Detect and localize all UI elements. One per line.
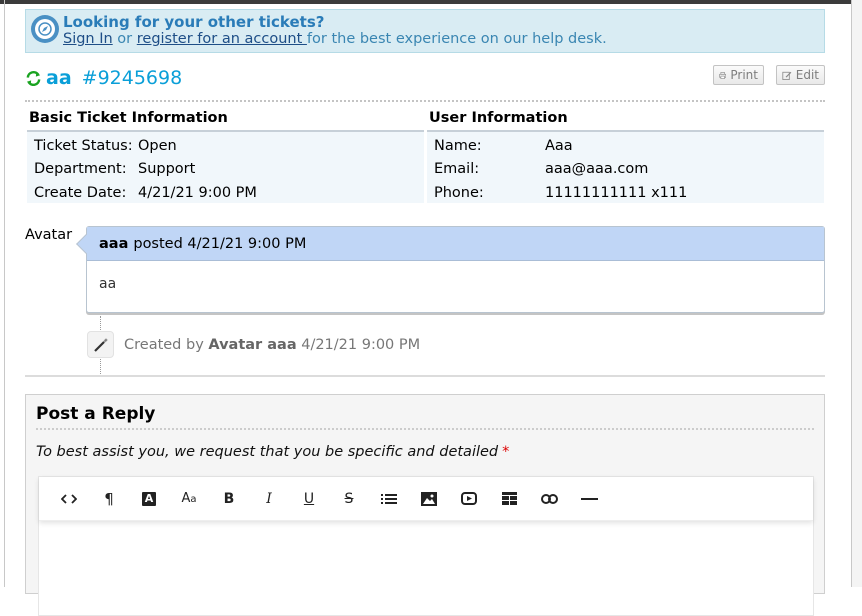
event-prefix: Created by	[124, 337, 209, 353]
printer-icon	[719, 71, 727, 79]
name-value: Aaa	[545, 137, 573, 154]
sign-in-notice: Looking for your other tickets? Sign In …	[25, 9, 825, 53]
print-button[interactable]: Print	[713, 65, 764, 85]
horizontal-rule-button[interactable]	[569, 484, 609, 514]
phone-value: 11111111111 x111	[545, 184, 688, 201]
email-row: Email: aaa@aaa.com	[427, 158, 824, 182]
horizontal-rule-icon	[580, 497, 598, 500]
magic-wand-icon	[87, 331, 114, 358]
required-marker: *	[502, 444, 510, 460]
notice-message: Sign In or register for an account for t…	[63, 31, 607, 47]
strikethrough-button[interactable]: S	[329, 484, 369, 514]
event-user: Avatar aaa	[208, 337, 297, 353]
thread-divider	[25, 375, 825, 377]
paragraph-icon: ¶	[104, 489, 114, 508]
department-row: Department: Support	[27, 158, 424, 182]
list-icon	[381, 493, 397, 504]
image-icon	[421, 491, 437, 506]
refresh-icon[interactable]	[25, 70, 42, 87]
basic-ticket-info: Basic Ticket Information Ticket Status: O…	[27, 110, 424, 203]
event-time: 4/21/21 9:00 PM	[296, 337, 421, 353]
ticket-status-row: Ticket Status: Open	[27, 134, 424, 158]
underline-button[interactable]: U	[289, 484, 329, 514]
ticket-subject: aa	[46, 67, 72, 89]
create-date-value: 4/21/21 9:00 PM	[138, 184, 257, 201]
message-body: aa	[99, 276, 117, 292]
strikethrough-icon: S	[344, 490, 354, 507]
insert-video-button[interactable]	[449, 484, 489, 514]
text-color-icon: A	[142, 491, 156, 506]
ticket-header: aa #9245698	[25, 66, 182, 90]
email-value: aaa@aaa.com	[545, 161, 649, 178]
editor-toolbar: ¶ A Aa B I U S	[39, 477, 813, 521]
basic-info-heading: Basic Ticket Information	[27, 110, 424, 132]
phone-row: Phone: 11111111111 x111	[427, 181, 824, 205]
notice-rest-text: for the best experience on our help desk…	[306, 31, 607, 47]
avatar: Avatar	[25, 227, 73, 243]
insert-link-button[interactable]	[529, 484, 569, 514]
header-divider	[25, 100, 825, 102]
italic-icon: I	[266, 490, 272, 507]
page-left-border	[4, 0, 5, 587]
ticket-number[interactable]: #9245698	[82, 67, 183, 89]
email-label: Email:	[434, 161, 480, 178]
post-reply-form: Post a Reply To best assist you, we requ…	[25, 394, 825, 616]
reply-title: Post a Reply	[36, 404, 156, 424]
name-row: Name: Aaa	[427, 134, 824, 158]
paragraph-format-button[interactable]: ¶	[89, 484, 129, 514]
create-date-label: Create Date:	[34, 184, 127, 201]
html-source-button[interactable]	[49, 484, 89, 514]
insert-image-button[interactable]	[409, 484, 449, 514]
italic-button[interactable]: I	[249, 484, 289, 514]
window-top-bar	[0, 0, 862, 4]
reply-divider	[36, 428, 814, 430]
thread-message: aaa posted 4/21/21 9:00 PM aa	[76, 226, 825, 313]
edit-icon	[782, 71, 792, 80]
video-icon	[461, 492, 477, 505]
text-color-button[interactable]: A	[129, 484, 169, 514]
name-label: Name:	[434, 137, 482, 154]
list-button[interactable]	[369, 484, 409, 514]
notice-or-text: or	[112, 31, 137, 47]
font-size-icon: Aa	[181, 491, 197, 506]
phone-label: Phone:	[434, 184, 484, 201]
register-link[interactable]: register for an account	[137, 31, 307, 47]
compass-icon	[31, 15, 59, 43]
reply-instruction-text: To best assist you, we request that you …	[36, 444, 499, 460]
insert-table-button[interactable]	[489, 484, 529, 514]
link-icon	[540, 493, 558, 504]
department-value: Support	[138, 161, 196, 178]
ticket-status-value: Open	[138, 137, 177, 154]
thread-event: Created by Avatar aaa 4/21/21 9:00 PM	[124, 337, 420, 353]
ticket-status-label: Ticket Status:	[34, 137, 133, 154]
code-icon	[61, 493, 77, 504]
rich-text-editor[interactable]: ¶ A Aa B I U S	[38, 476, 814, 616]
bold-button[interactable]: B	[209, 484, 249, 514]
sign-in-link[interactable]: Sign In	[63, 31, 113, 47]
edit-button[interactable]: Edit	[776, 65, 825, 85]
department-label: Department:	[34, 161, 127, 178]
message-posted-time: posted 4/21/21 9:00 PM	[133, 235, 307, 252]
user-info-heading: User Information	[427, 110, 824, 132]
create-date-row: Create Date: 4/21/21 9:00 PM	[27, 181, 424, 205]
table-icon	[501, 492, 517, 505]
bold-icon: B	[223, 490, 235, 507]
scrollbar-track[interactable]	[852, 0, 862, 587]
font-size-button[interactable]: Aa	[169, 484, 209, 514]
reply-instruction: To best assist you, we request that you …	[36, 444, 509, 460]
message-header: aaa posted 4/21/21 9:00 PM	[87, 227, 824, 261]
message-author: aaa	[99, 235, 129, 252]
underline-icon: U	[303, 490, 315, 507]
user-info: User Information Name: Aaa Email: aaa@aaa.…	[427, 110, 824, 203]
edit-label: Edit	[795, 68, 819, 82]
notice-title: Looking for your other tickets?	[63, 13, 325, 31]
print-label: Print	[730, 68, 758, 82]
